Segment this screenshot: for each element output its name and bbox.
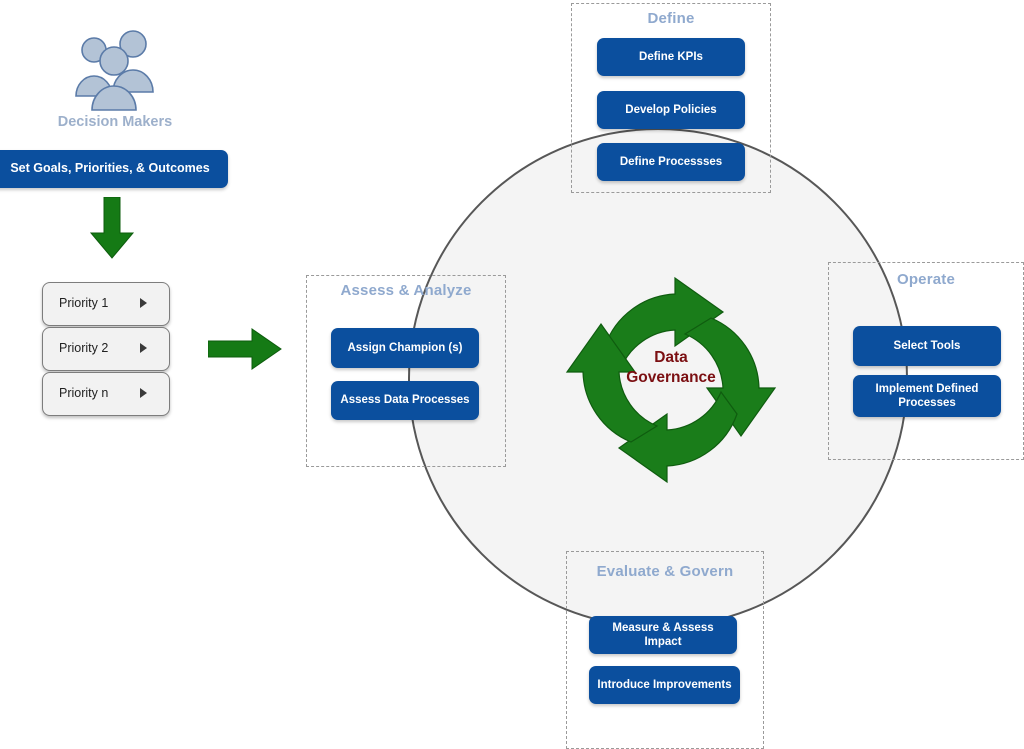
- people-group-icon: [70, 28, 158, 112]
- circular-cycle-arrows-icon: [563, 272, 779, 488]
- triangle-right-icon: [140, 388, 147, 398]
- implement-defined-processes-button[interactable]: Implement Defined Processes: [853, 375, 1001, 417]
- priority-label: Priority 2: [59, 341, 109, 355]
- panel-evaluate-title: Evaluate & Govern: [596, 563, 734, 580]
- diagram-canvas: Decision Makers Set Goals, Priorities, &…: [0, 0, 1024, 749]
- develop-policies-button[interactable]: Develop Policies: [597, 91, 745, 129]
- triangle-right-icon: [140, 298, 147, 308]
- priority-item-2[interactable]: Priority 2: [42, 327, 170, 371]
- triangle-right-icon: [140, 343, 147, 353]
- set-goals-button[interactable]: Set Goals, Priorities, & Outcomes: [0, 150, 228, 188]
- priority-item-n[interactable]: Priority n: [42, 372, 170, 416]
- define-processes-button[interactable]: Define Processses: [597, 143, 745, 181]
- priority-label: Priority n: [59, 386, 109, 400]
- select-tools-button[interactable]: Select Tools: [853, 326, 1001, 366]
- arrow-right-icon: [207, 328, 282, 370]
- arrow-down-icon: [88, 196, 136, 259]
- decision-makers-label: Decision Makers: [57, 114, 173, 130]
- priority-item-1[interactable]: Priority 1: [42, 282, 170, 326]
- assess-data-processes-button[interactable]: Assess Data Processes: [331, 381, 479, 420]
- panel-assess-analyze: Assess & Analyze: [306, 275, 506, 467]
- assign-champion-button[interactable]: Assign Champion (s): [331, 328, 479, 368]
- panel-operate-title: Operate: [896, 271, 956, 288]
- define-kpis-button[interactable]: Define KPIs: [597, 38, 745, 76]
- panel-assess-title: Assess & Analyze: [340, 282, 472, 299]
- panel-define-title: Define: [647, 10, 695, 27]
- introduce-improvements-button[interactable]: Introduce Improvements: [589, 666, 740, 704]
- priority-label: Priority 1: [59, 296, 109, 310]
- measure-assess-impact-button[interactable]: Measure & Assess Impact: [589, 616, 737, 654]
